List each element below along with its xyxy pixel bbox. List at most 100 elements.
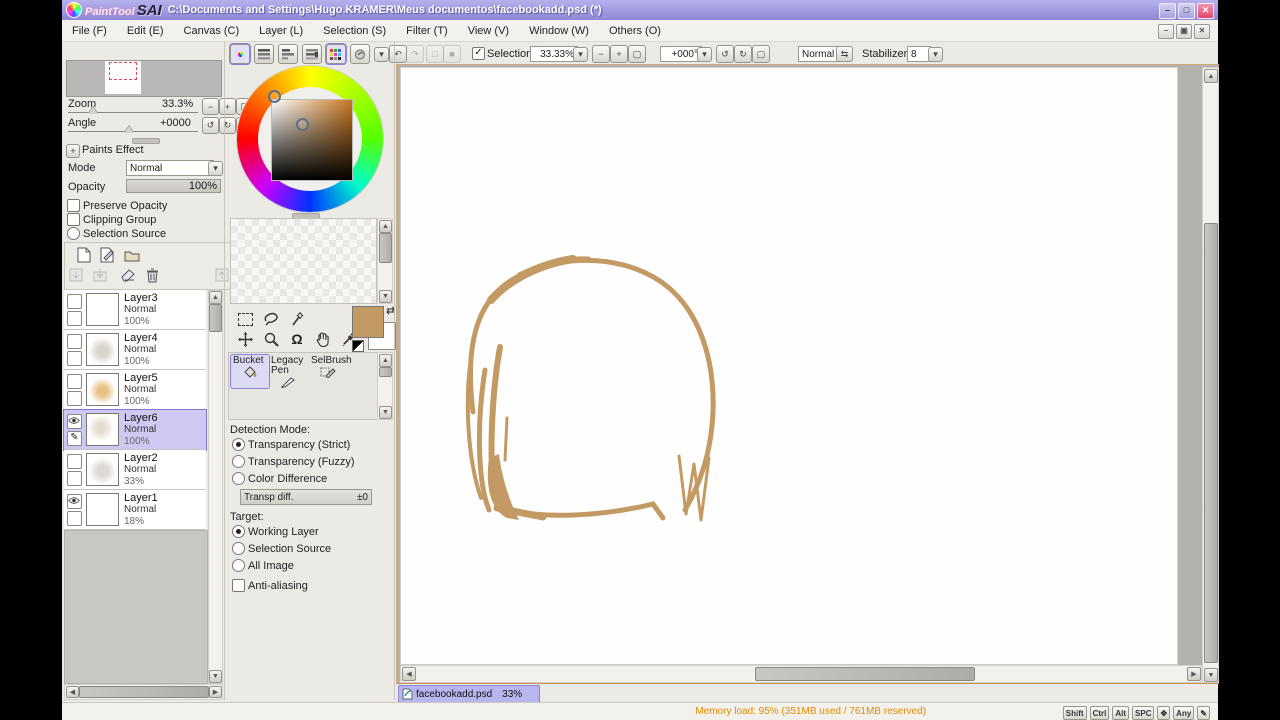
anti-aliasing-checkbox[interactable] [232,579,245,592]
scroll-down-button[interactable]: ▼ [1204,668,1218,682]
layer-option-toggle[interactable] [67,471,82,486]
close-button[interactable]: ✕ [1197,3,1214,19]
layer-visibility-toggle[interactable] [67,374,82,389]
canvas-horizontal-scrollbar[interactable]: ◀ ▶ [400,665,1202,683]
transp-diff-slider[interactable]: Transp diff. ±0 [240,489,372,505]
delete-layer-icon[interactable] [141,266,163,284]
zoom-dropdown-button[interactable]: ▾ [573,47,588,62]
alt-key-indicator[interactable]: Alt [1112,706,1129,720]
working-layer-pen-icon[interactable]: ✎ [67,431,82,446]
move-mode-indicator[interactable]: ✥ [1157,706,1170,720]
new-folder-icon[interactable] [121,246,143,264]
any-device-indicator[interactable]: Any [1173,706,1194,720]
zoom-value-field[interactable]: 33.33% [530,46,578,62]
navigator-angle-slider-handle[interactable] [124,126,134,133]
rotate-cw-button[interactable]: ↻ [734,45,752,63]
mode-dropdown-button[interactable]: ▾ [208,161,223,176]
zoom-tool[interactable] [260,330,282,348]
layer-visibility-toggle[interactable] [67,494,82,509]
undo-button[interactable]: ↶ [389,45,407,63]
bucket-tool-tab[interactable]: Bucket [231,355,269,388]
flip-horizontal-button[interactable]: ⇆ [836,46,853,62]
sv-marker[interactable] [296,118,309,131]
shift-key-indicator[interactable]: Shift [1063,706,1087,720]
layer-row-layer1[interactable]: Layer1 Normal 18% [64,490,206,530]
redo-button[interactable]: ↷ [406,45,424,63]
magic-wand-tool[interactable] [286,310,308,328]
scroll-left-button[interactable]: ◀ [66,686,79,698]
scrollbar-thumb[interactable] [755,667,975,681]
target-selection-source-radio[interactable] [232,542,245,555]
scroll-up-button[interactable]: ▲ [379,220,392,233]
navigator-view-rect[interactable] [109,62,137,80]
ctrl-key-indicator[interactable]: Ctrl [1090,706,1110,720]
layer-visibility-toggle[interactable] [67,294,82,309]
navigator-preview[interactable] [66,60,222,97]
swatches-tab[interactable] [326,44,346,64]
rgb-sliders-tab[interactable] [254,44,274,64]
layer-option-toggle[interactable] [67,311,82,326]
new-layer-icon[interactable] [73,246,95,264]
stabilizer-dropdown-button[interactable]: ▾ [928,47,943,62]
opacity-slider[interactable]: 100% [126,179,221,193]
child-minimize-button[interactable]: – [1158,24,1174,39]
zoom-in-button[interactable]: + [610,45,628,63]
child-close-button[interactable]: ✕ [1194,24,1210,39]
working-layer-radio[interactable] [232,525,245,538]
merge-down-icon[interactable] [89,266,111,284]
menu-edit[interactable]: Edit (E) [117,25,174,37]
foreground-color-swatch[interactable] [352,306,384,338]
new-linework-layer-icon[interactable] [97,246,119,264]
layer-row-layer6-selected[interactable]: ✎ Layer6 Normal 100% [64,410,206,450]
navigator-rotate-ccw-button[interactable]: ↺ [202,117,219,134]
layer-visibility-toggle[interactable] [67,414,82,429]
scroll-down-button[interactable]: ▼ [379,290,392,303]
selbrush-tool-tab[interactable]: SelBrush [309,355,347,388]
layer-row-layer3[interactable]: Layer3 Normal 100% [64,290,206,330]
canvas-paper[interactable] [400,67,1178,665]
menu-others[interactable]: Others (O) [599,25,671,37]
menu-layer[interactable]: Layer (L) [249,25,313,37]
color-mixer-tab[interactable] [302,44,322,64]
layer-list-horizontal-scrollbar[interactable]: ◀ ▶ [64,684,223,700]
saturation-value-square[interactable] [271,99,353,181]
layer-row-layer2[interactable]: Layer2 Normal 33% [64,450,206,490]
scrollbar-thumb[interactable] [379,367,392,377]
selection-checkbox[interactable]: ✓ [472,47,485,60]
scroll-right-button[interactable]: ▶ [209,686,222,698]
preserve-opacity-checkbox[interactable] [67,199,80,212]
menu-selection[interactable]: Selection (S) [313,25,396,37]
clear-layer-icon[interactable] [117,266,139,284]
scroll-left-button[interactable]: ◀ [402,667,416,681]
move-tool[interactable] [234,330,256,348]
scrollbar-thumb[interactable] [1204,223,1218,663]
zoom-out-button[interactable]: − [592,45,610,63]
angle-value-field[interactable]: +000° [660,46,702,62]
legacy-pen-tool-tab[interactable]: Legacy Pen [269,355,307,388]
hue-marker[interactable] [268,90,281,103]
child-restore-button[interactable]: ▣ [1176,24,1192,39]
transparency-strict-radio[interactable] [232,438,245,451]
scrollbar-thumb[interactable] [79,686,209,698]
layer-visibility-toggle[interactable] [67,454,82,469]
rect-select-tool[interactable] [234,310,256,328]
all-image-radio[interactable] [232,559,245,572]
scratchpad-scrollbar[interactable]: ▲ ▼ [377,218,393,304]
layer-row-layer4[interactable]: Layer4 Normal 100% [64,330,206,370]
navigator-rotate-cw-button[interactable]: ↻ [219,117,236,134]
zoom-reset-button[interactable]: ▢ [628,45,646,63]
layer-list-vertical-scrollbar[interactable]: ▲ ▼ [208,290,223,684]
menu-canvas[interactable]: Canvas (C) [174,25,250,37]
layer-option-toggle[interactable] [67,351,82,366]
color-wheel-tab[interactable] [230,44,250,64]
scroll-up-button[interactable]: ▲ [379,354,392,367]
paint-mode-field[interactable]: Normal [798,46,840,62]
hand-tool[interactable] [312,330,334,348]
mode-select[interactable]: Normal [126,160,214,176]
menu-file[interactable]: File (F) [62,25,117,37]
title-bar[interactable]: PaintTool SAI C:\Documents and Settings\… [62,0,1218,20]
scrollbar-thumb[interactable] [379,233,392,263]
menu-filter[interactable]: Filter (T) [396,25,458,37]
pen-device-indicator[interactable]: ✎ [1197,706,1210,720]
layer-option-toggle[interactable] [67,511,82,526]
